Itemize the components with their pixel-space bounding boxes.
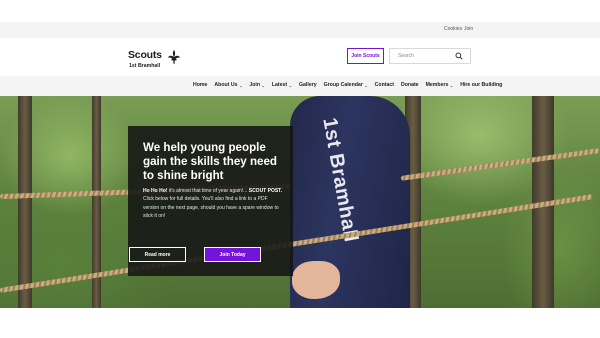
nav-item-label: Group Calendar (323, 82, 363, 88)
hero-body-text: it's almost that time of year again!... (167, 188, 249, 194)
hero-body-text: Click below for full details. You'll als… (143, 196, 279, 220)
read-more-button[interactable]: Read more (129, 247, 186, 262)
chevron-down-icon: ⌄ (364, 82, 368, 88)
tree-trunk (18, 96, 32, 308)
brand-name: Scouts (128, 49, 162, 61)
nav-item-label: Contact (374, 82, 394, 88)
nav-item-gallery[interactable]: Gallery (299, 82, 317, 88)
search-input[interactable] (390, 49, 456, 63)
utility-bar: Cookies Join (0, 22, 600, 38)
main-nav: Home About Us ⌄ Join ⌄ Latest ⌄ Gallery Group Ca… (0, 76, 600, 96)
search-icon[interactable] (455, 52, 463, 60)
nav-item-about-us[interactable]: About Us ⌄ (214, 82, 242, 88)
nav-item-label: Join (249, 82, 261, 88)
nav-item-contact[interactable]: Contact (375, 82, 394, 88)
nav-item-members[interactable]: Members ⌄ (426, 82, 454, 88)
hero-banner: 1st Bramhall (0, 96, 600, 308)
join-scouts-button[interactable]: Join Scouts (347, 48, 384, 64)
hero-body-lead: Ho Ho Ho! (143, 188, 168, 194)
nav-item-label: Home (193, 82, 208, 88)
nav-item-label: Gallery (299, 82, 317, 88)
nav-item-donate[interactable]: Donate (401, 82, 419, 88)
nav-item-latest[interactable]: Latest ⌄ (272, 82, 292, 88)
nav-item-hire-our-building[interactable]: Hire our Building (460, 82, 502, 88)
rope (400, 148, 600, 181)
chevron-down-icon: ⌄ (261, 82, 265, 88)
nav-item-home[interactable]: Home (193, 82, 207, 88)
hero-body: Ho Ho Ho! it's almost that time of year … (143, 187, 283, 221)
nav-item-join[interactable]: Join ⌄ (249, 82, 265, 88)
search-box (389, 48, 471, 64)
utility-join-link[interactable]: Join (464, 26, 473, 32)
nav-item-label: Members (425, 82, 449, 88)
cookies-link[interactable]: Cookies (444, 26, 462, 32)
nav-item-label: About Us (214, 82, 238, 88)
chevron-down-icon: ⌄ (288, 82, 293, 88)
fleur-de-lis-icon (168, 50, 180, 64)
chevron-down-icon: ⌄ (449, 82, 454, 88)
nav-item-label: Latest (271, 82, 288, 88)
chevron-down-icon: ⌄ (238, 82, 243, 88)
nav-item-label: Donate (400, 82, 419, 88)
join-today-button[interactable]: Join Today (204, 247, 261, 262)
nav-item-label: Hire our Building (460, 82, 503, 88)
nav-item-group-calendar[interactable]: Group Calendar ⌄ (324, 82, 368, 88)
group-name: 1st Bramhall (129, 63, 161, 69)
hand (292, 261, 340, 299)
site-header: Scouts 1st Bramhall (0, 38, 600, 76)
hero-heading: We help young people gain the skills the… (143, 141, 278, 182)
hero-body-highlight: SCOUT POST. (248, 188, 283, 194)
